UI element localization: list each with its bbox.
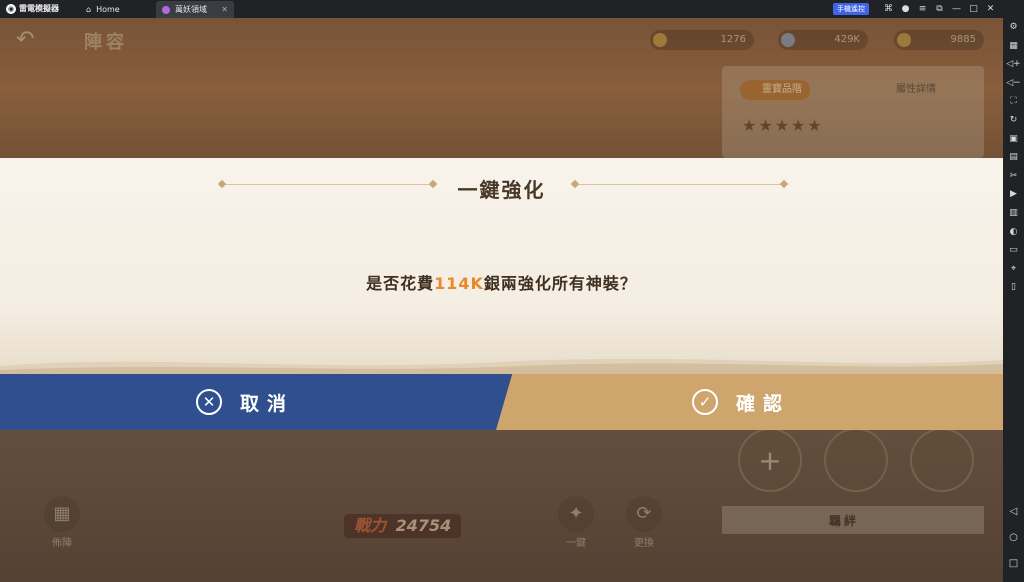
dialog-wave-decoration bbox=[0, 358, 1003, 374]
screenshot-icon[interactable]: ⛶ bbox=[1003, 92, 1024, 111]
home-icon: ⌂ bbox=[86, 5, 92, 14]
confirm-button[interactable]: ✓ 確認 bbox=[496, 374, 1003, 430]
settings-icon[interactable]: ⚙ bbox=[1003, 18, 1024, 37]
game-viewport: ↶ 陣容 1276 429K 9885 靈寶品階 屬性詳情 ★★★★★ + 羈絆… bbox=[0, 18, 1003, 582]
user-icon[interactable]: ● bbox=[897, 2, 914, 16]
video-icon[interactable]: ▶ bbox=[1003, 185, 1024, 204]
dialog-message: 是否花費114K銀兩強化所有神裝？ bbox=[0, 270, 1003, 294]
location-icon[interactable]: ⌖ bbox=[1003, 260, 1024, 279]
minimize-icon[interactable]: — bbox=[948, 2, 965, 16]
keyboard-icon[interactable]: ▦ bbox=[1003, 37, 1024, 56]
restore-icon[interactable]: ⧉ bbox=[931, 2, 948, 16]
tab-home-label: Home bbox=[96, 5, 120, 14]
confirm-check-icon: ✓ bbox=[692, 389, 718, 415]
confirm-label: 確認 bbox=[736, 392, 791, 415]
folder-icon[interactable]: ▭ bbox=[1003, 241, 1024, 260]
cancel-button[interactable]: ✕ 取消 bbox=[0, 374, 512, 430]
tab-home[interactable]: ⌂ Home bbox=[80, 1, 154, 18]
tab-game-label: 萬妖領域 bbox=[175, 5, 207, 14]
remote-control-label: 手機遙控 bbox=[837, 5, 865, 13]
rotate-icon[interactable]: ↻ bbox=[1003, 111, 1024, 130]
message-prefix: 是否花費 bbox=[366, 274, 435, 293]
window-controls: ⌘ ● ≡ ⧉ — □ ✕ bbox=[880, 2, 999, 16]
emulator-logo-icon: ◉ bbox=[6, 3, 16, 14]
message-amount: 114K bbox=[434, 274, 484, 293]
emulator-brand: ◉ 雷電模擬器 bbox=[6, 3, 59, 14]
dialog-title: 一鍵強化 bbox=[457, 178, 546, 202]
remote-control-button[interactable]: 手機遙控 bbox=[833, 3, 869, 15]
message-suffix: 銀兩強化所有神裝？ bbox=[483, 274, 637, 293]
vibrate-icon[interactable]: ▯ bbox=[1003, 278, 1024, 297]
tab-game[interactable]: 萬妖領域 ✕ bbox=[156, 1, 234, 18]
apk-icon[interactable]: ▤ bbox=[1003, 148, 1024, 167]
volume-down-icon[interactable]: ◁− bbox=[1003, 74, 1024, 93]
emulator-brand-label: 雷電模擬器 bbox=[19, 4, 59, 13]
tab-close-icon[interactable]: ✕ bbox=[221, 5, 228, 14]
recent-nav-icon[interactable]: □ bbox=[1003, 558, 1024, 569]
home-nav-icon[interactable]: ○ bbox=[1003, 532, 1024, 543]
volume-up-icon[interactable]: ◁+ bbox=[1003, 55, 1024, 74]
maximize-icon[interactable]: □ bbox=[965, 2, 982, 16]
shake-icon[interactable]: ◐ bbox=[1003, 223, 1024, 242]
sync-icon[interactable]: ▥ bbox=[1003, 204, 1024, 223]
emulator-sidebar: ⚙ ▦ ◁+ ◁− ⛶ ↻ ▣ ▤ ✂ ▶ ▥ ◐ ▭ ⌖ ▯ ◁ ○ □ bbox=[1003, 18, 1024, 582]
dialog-buttons: ✕ 取消 ✓ 確認 bbox=[0, 374, 1003, 430]
cancel-label: 取消 bbox=[240, 392, 295, 415]
emulator-titlebar: ◉ 雷電模擬器 ⌂ Home 萬妖領域 ✕ 手機遙控 ⌘ ● ≡ ⧉ — □ ✕ bbox=[0, 0, 1024, 18]
menu-icon[interactable]: ≡ bbox=[914, 2, 931, 16]
scissors-icon[interactable]: ✂ bbox=[1003, 167, 1024, 186]
gamepad-icon[interactable]: ⌘ bbox=[880, 2, 897, 16]
game-icon bbox=[162, 5, 170, 14]
cancel-x-icon: ✕ bbox=[196, 389, 222, 415]
close-icon[interactable]: ✕ bbox=[982, 2, 999, 16]
back-nav-icon[interactable]: ◁ bbox=[1003, 506, 1024, 517]
record-icon[interactable]: ▣ bbox=[1003, 130, 1024, 149]
enhance-dialog: 一鍵強化 是否花費114K銀兩強化所有神裝？ bbox=[0, 158, 1003, 374]
